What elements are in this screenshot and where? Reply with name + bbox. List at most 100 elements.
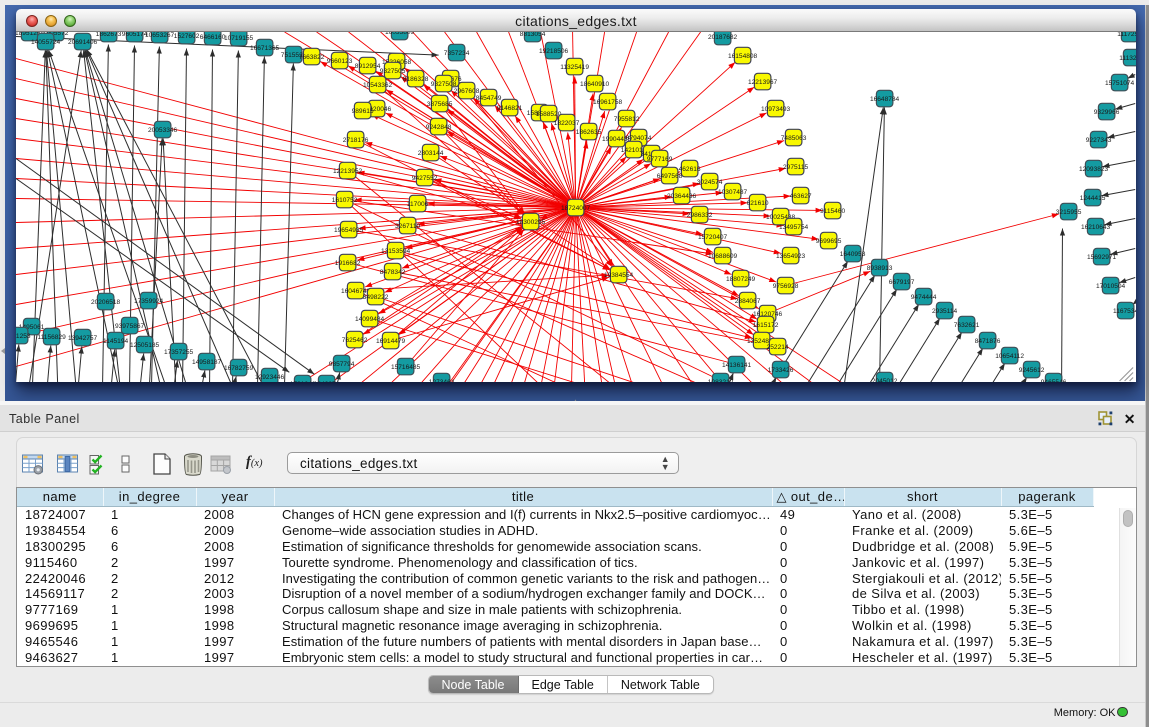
svg-text:12505185: 12505185 [130, 341, 160, 348]
svg-text:252214: 252214 [767, 343, 789, 350]
svg-text:8186328: 8186328 [403, 75, 429, 82]
svg-text:16782759: 16782759 [224, 364, 254, 371]
svg-text:11325419: 11325419 [561, 63, 590, 70]
svg-text:391253: 391253 [16, 332, 31, 339]
svg-text:13942757: 13942757 [68, 334, 98, 341]
svg-text:10719155: 10719155 [224, 34, 254, 41]
svg-text:9242848: 9242848 [426, 123, 452, 130]
svg-text:20053346: 20053346 [148, 126, 178, 133]
svg-text:7485063: 7485063 [781, 134, 807, 141]
svg-text:2986332: 2986332 [687, 211, 713, 218]
svg-text:8813054: 8813054 [520, 32, 546, 38]
svg-text:13495754: 13495754 [779, 223, 809, 230]
svg-text:9227343: 9227343 [1086, 136, 1112, 143]
svg-text:13654923: 13654923 [776, 252, 806, 259]
svg-text:15720407: 15720407 [698, 233, 728, 240]
svg-text:93975867: 93975867 [115, 322, 145, 329]
svg-text:462616: 462616 [679, 165, 701, 172]
svg-text:14136141: 14136141 [722, 361, 752, 368]
svg-text:12093823: 12093823 [1079, 165, 1109, 172]
svg-text:6497568: 6497568 [657, 172, 683, 179]
svg-text:7955812: 7955812 [614, 115, 640, 122]
svg-text:20691406: 20691406 [68, 38, 98, 45]
svg-text:9857794: 9857794 [329, 360, 355, 367]
svg-text:2935114: 2935114 [932, 307, 957, 314]
svg-text:9427552: 9427552 [412, 174, 438, 181]
svg-text:11156829: 11156829 [38, 333, 67, 340]
svg-text:13153594: 13153594 [381, 247, 411, 254]
svg-text:9115460: 9115460 [820, 207, 845, 214]
svg-text:19384554: 19384554 [604, 271, 634, 278]
svg-text:9327508: 9327508 [431, 80, 457, 87]
svg-text:7357234: 7357234 [444, 49, 470, 56]
svg-text:20187682: 20187682 [708, 33, 738, 40]
svg-text:2045012: 2045012 [872, 377, 898, 382]
svg-text:3875685: 3875685 [427, 100, 453, 107]
svg-text:1822037: 1822037 [554, 119, 580, 126]
svg-text:7663822: 7663822 [299, 53, 325, 60]
svg-text:9465546: 9465546 [1041, 378, 1067, 382]
svg-text:989615: 989615 [352, 107, 374, 114]
svg-text:20364436: 20364436 [667, 192, 697, 199]
svg-text:2967608: 2967608 [454, 87, 480, 94]
svg-text:8478342: 8478342 [380, 268, 406, 275]
svg-text:12923446: 12923446 [255, 373, 285, 380]
svg-text:12213952: 12213952 [333, 167, 363, 174]
svg-text:1145194: 1145194 [103, 337, 128, 344]
svg-text:16961758: 16961758 [593, 98, 623, 105]
svg-text:19654935: 19654935 [334, 226, 364, 233]
svg-text:10973493: 10973493 [761, 105, 791, 112]
svg-text:8454749: 8454749 [476, 94, 502, 101]
svg-text:10543362: 10543362 [363, 81, 393, 88]
svg-text:7632621: 7632621 [954, 321, 980, 328]
svg-text:16671365: 16671365 [250, 44, 280, 51]
svg-text:9699695: 9699695 [816, 237, 842, 244]
svg-text:9474444: 9474444 [911, 293, 937, 300]
svg-text:3498222: 3498222 [363, 293, 389, 300]
svg-text:1849371: 1849371 [314, 380, 340, 382]
svg-text:12213967: 12213967 [748, 78, 778, 85]
svg-text:1083212: 1083212 [708, 378, 734, 382]
svg-text:10688609: 10688609 [708, 252, 738, 259]
svg-text:1588520: 1588520 [536, 110, 562, 117]
svg-text:1733426: 1733426 [768, 366, 794, 373]
svg-text:1862673: 1862673 [96, 32, 122, 38]
svg-text:8912954: 8912954 [355, 62, 381, 69]
svg-text:1862635: 1862635 [576, 128, 602, 135]
svg-text:463627: 463627 [790, 192, 812, 199]
svg-text:14099484: 14099484 [355, 315, 385, 322]
svg-text:7625462: 7625462 [342, 336, 368, 343]
svg-text:9660123: 9660123 [327, 57, 353, 64]
svg-text:17010504: 17010504 [1096, 282, 1126, 289]
svg-text:10307487: 10307487 [718, 188, 748, 195]
svg-text:2975115: 2975115 [783, 163, 808, 170]
svg-text:9146821: 9146821 [497, 104, 523, 111]
svg-text:15716485: 15716485 [391, 363, 421, 370]
svg-text:2884067: 2884067 [735, 297, 761, 304]
svg-text:6679197: 6679197 [889, 278, 915, 285]
svg-text:16033809: 16033809 [385, 32, 415, 36]
svg-text:9329966: 9329966 [1094, 108, 1120, 115]
svg-text:3024574: 3024574 [697, 178, 723, 185]
svg-text:15751074: 15751074 [1105, 79, 1135, 86]
svg-text:16154808: 16154808 [728, 52, 758, 59]
svg-text:6466160: 6466160 [200, 33, 226, 40]
svg-text:1731646: 1731646 [290, 380, 316, 382]
svg-text:16914479: 16914479 [376, 337, 406, 344]
svg-text:18724007: 18724007 [561, 204, 591, 211]
svg-text:1615172: 1615172 [753, 321, 779, 328]
svg-text:9756928: 9756928 [773, 282, 799, 289]
svg-text:1916682: 1916682 [335, 259, 361, 266]
svg-text:1640953: 1640953 [840, 250, 866, 257]
svg-text:16648784: 16648784 [870, 95, 900, 102]
svg-text:3267110: 3267110 [395, 222, 420, 229]
svg-text:19218506: 19218506 [539, 47, 569, 54]
svg-text:16210643: 16210643 [1081, 223, 1111, 230]
svg-text:1527602: 1527602 [174, 32, 200, 39]
svg-text:18640910: 18640910 [580, 80, 610, 87]
svg-text:9327505: 9327505 [380, 67, 406, 74]
svg-text:9605174: 9605174 [122, 32, 148, 38]
svg-text:2803144: 2803144 [418, 149, 444, 156]
svg-text:18807249: 18807249 [726, 275, 756, 282]
svg-text:9777169: 9777169 [647, 155, 673, 162]
